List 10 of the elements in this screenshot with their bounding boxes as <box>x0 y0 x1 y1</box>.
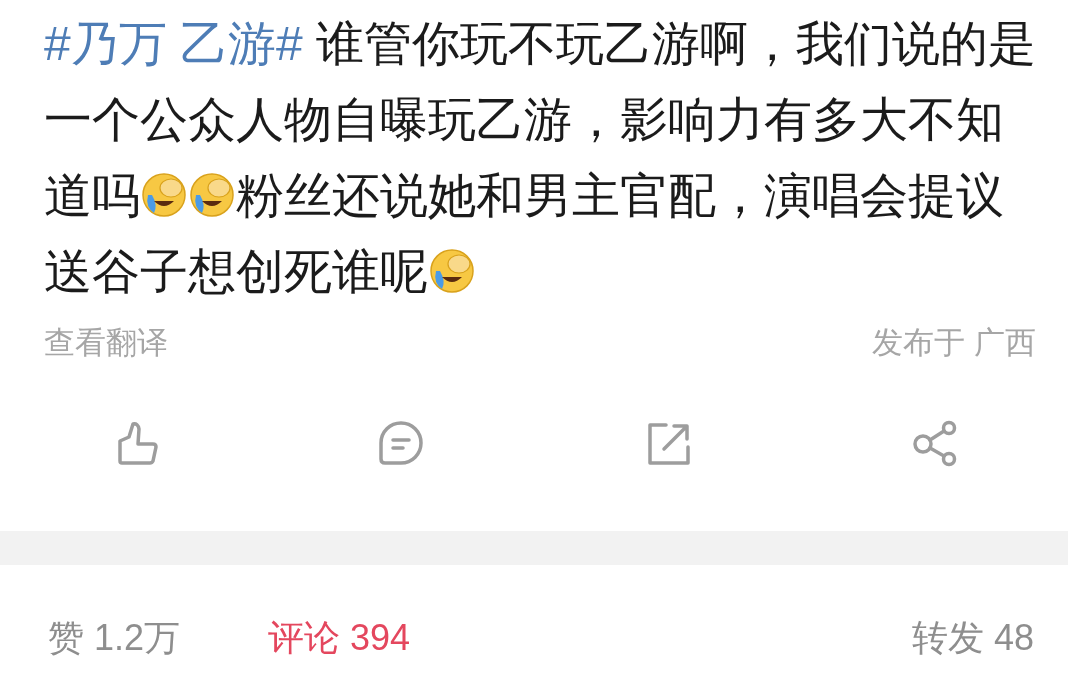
stat-tab[interactable]: 评论 394 <box>268 610 411 665</box>
emoji-icon <box>140 171 188 219</box>
stat-tab[interactable]: 赞 1.2万 <box>48 610 181 665</box>
stat-tab[interactable]: 转发 48 <box>911 610 1034 665</box>
post-text: #乃万 乙游# 谁管你玩不玩乙游啊，我们说的是一个公众人物自曝玩乙游，影响力有多大不知道吗 粉丝还说她和男主官配，演唱会提议送谷子想创死谁呢 <box>44 16 1038 300</box>
emoji-icon <box>188 171 236 219</box>
translate-link[interactable]: 查看翻译 <box>44 320 168 367</box>
emoji-icon <box>428 247 476 295</box>
hashtag-link[interactable]: #乃万 乙游# <box>44 17 303 70</box>
location-text: 发布于 广西 <box>872 324 1036 362</box>
